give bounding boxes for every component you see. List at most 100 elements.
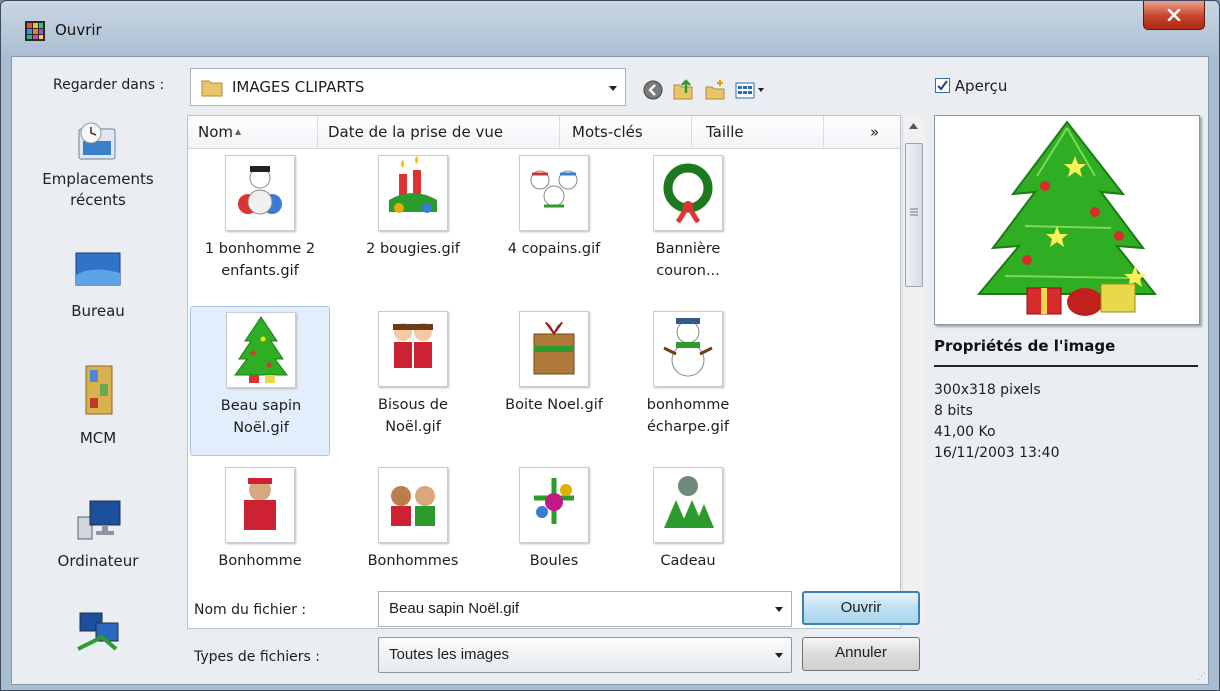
desktop-icon [75,252,121,286]
column-header-date-taken[interactable]: Date de la prise de vue [318,116,560,148]
app-icon [25,21,45,41]
chevron-down-icon[interactable] [775,607,783,612]
place-label: MCM [79,429,117,447]
place-label: Ordinateur [57,552,139,570]
recent-places-icon [78,122,116,160]
file-name: Bisous de Noël.gif [378,397,448,435]
look-in-label: Regarder dans : [53,77,165,93]
preview-checkbox-label: Aperçu [954,77,1008,95]
bear-thumbnail [244,478,276,530]
wreath-thumbnail [663,163,713,224]
column-header-size[interactable]: Taille [692,116,824,148]
file-item[interactable]: Bonhomme [190,462,330,612]
file-name: 4 copains.gif [507,241,601,257]
chevron-down-icon[interactable] [609,86,617,91]
file-name: Cadeau [660,553,716,569]
file-item[interactable]: 1 bonhomme 2 enfants.gif [190,150,330,300]
holly-thumbnail [664,476,714,528]
open-button[interactable]: Ouvrir [802,591,920,625]
file-name-value: Beau sapin Noël.gif [389,600,520,617]
christmas-tree-preview [976,120,1158,316]
divider [934,365,1198,367]
grip-icon [910,208,918,216]
file-name: 1 bonhomme 2 enfants.gif [204,241,316,279]
close-button[interactable] [1143,1,1205,30]
file-item[interactable]: 2 bougies.gif [343,150,483,300]
file-name-label: Nom du fichier : [194,602,307,618]
place-network[interactable] [12,609,184,655]
place-label: Emplacements [42,170,154,188]
image-file-size: 41,00 Ko [934,424,996,440]
vertical-scrollbar[interactable] [902,115,925,627]
checkbox-box[interactable] [935,78,950,93]
thumbnail-image [378,311,448,387]
file-type-label: Types de fichiers : [194,649,320,665]
snowman-kids-thumbnail [238,166,282,215]
file-type-select[interactable]: Toutes les images [378,637,792,673]
column-header-row: ▲ Nom Date de la prise de vue Mots-clés … [188,116,900,149]
place-mcm[interactable]: MCM [12,362,184,449]
chevron-down-icon[interactable] [775,653,783,658]
image-properties: 300x318 pixels 8 bits 41,00 Ko 16/11/200… [934,380,1060,464]
balls-thumbnail [534,478,574,524]
thumbnail-image [225,155,295,231]
column-header-keywords[interactable]: Mots-clés [560,116,692,148]
candles-thumbnail [389,156,437,213]
thumbnail-image [225,467,295,543]
file-item[interactable]: Bonhommes [343,462,483,612]
file-item[interactable]: Beau sapin Noël.gif [190,306,330,456]
file-name: bonhomme écharpe.gif [646,397,730,435]
file-type-value: Toutes les images [389,646,510,663]
thumbnail-image [653,155,723,231]
file-name-field[interactable]: Beau sapin Noël.gif [378,591,792,627]
image-dimensions: 300x318 pixels [934,382,1041,398]
thumbnail-image [653,467,723,543]
file-name: Boite Noel.gif [505,397,603,413]
image-date: 16/11/2003 13:40 [934,445,1060,461]
thumbnail-image [653,311,723,387]
look-in-value: IMAGES CLIPARTS [232,78,365,96]
network-icon [77,612,119,651]
file-name: Bonhommes [367,553,459,569]
window-title: Ouvrir [55,21,102,39]
place-desktop[interactable]: Bureau [12,245,184,322]
file-name: Beau sapin Noël.gif [220,398,302,436]
file-item[interactable]: Cadeau [618,462,758,612]
snowman-scarf-thumbnail [663,318,713,377]
scroll-up-icon[interactable] [909,123,918,129]
more-columns-button[interactable]: » [824,116,900,148]
place-recent[interactable]: Emplacements récents [12,119,184,211]
file-item[interactable]: Bisous de Noël.gif [343,306,483,456]
title-bar[interactable]: Ouvrir [1,1,1219,57]
back-icon[interactable] [642,79,664,101]
file-item[interactable]: Boules [484,462,624,612]
folder-up-icon[interactable] [672,79,694,101]
gift-box-thumbnail [533,321,575,375]
thumbnail-image [519,155,589,231]
scrollbar-thumb[interactable] [905,143,923,287]
file-item[interactable]: bonhomme écharpe.gif [618,306,758,456]
column-header-name[interactable]: ▲ Nom [188,116,318,148]
view-menu-button[interactable] [734,79,770,101]
place-computer[interactable]: Ordinateur [12,497,184,572]
cancel-button[interactable]: Annuler [802,637,920,671]
file-name: Bannière couron... [655,241,721,279]
image-bit-depth: 8 bits [934,403,973,419]
image-preview [934,115,1200,325]
file-item[interactable]: Bannière couron... [618,150,758,300]
file-item[interactable]: 4 copains.gif [484,150,624,300]
open-dialog: Ouvrir Regarder dans : IMAGES CLIPARTS E… [0,0,1220,691]
bears-thumbnail [391,486,435,526]
resize-grip-icon[interactable]: ⋰ [1197,672,1206,682]
look-in-combobox[interactable]: IMAGES CLIPARTS [190,68,626,106]
folder-icon [201,80,223,97]
new-folder-icon[interactable] [704,79,726,101]
preview-checkbox[interactable]: Aperçu [935,77,1007,95]
thumbnail-image [378,467,448,543]
file-list[interactable]: ▲ Nom Date de la prise de vue Mots-clés … [187,115,901,629]
computer-icon [77,500,121,540]
file-name: Boules [529,553,579,569]
image-properties-title: Propriétés de l'image [934,337,1116,355]
thumbnail-image [519,467,589,543]
file-item[interactable]: Boite Noel.gif [484,306,624,456]
